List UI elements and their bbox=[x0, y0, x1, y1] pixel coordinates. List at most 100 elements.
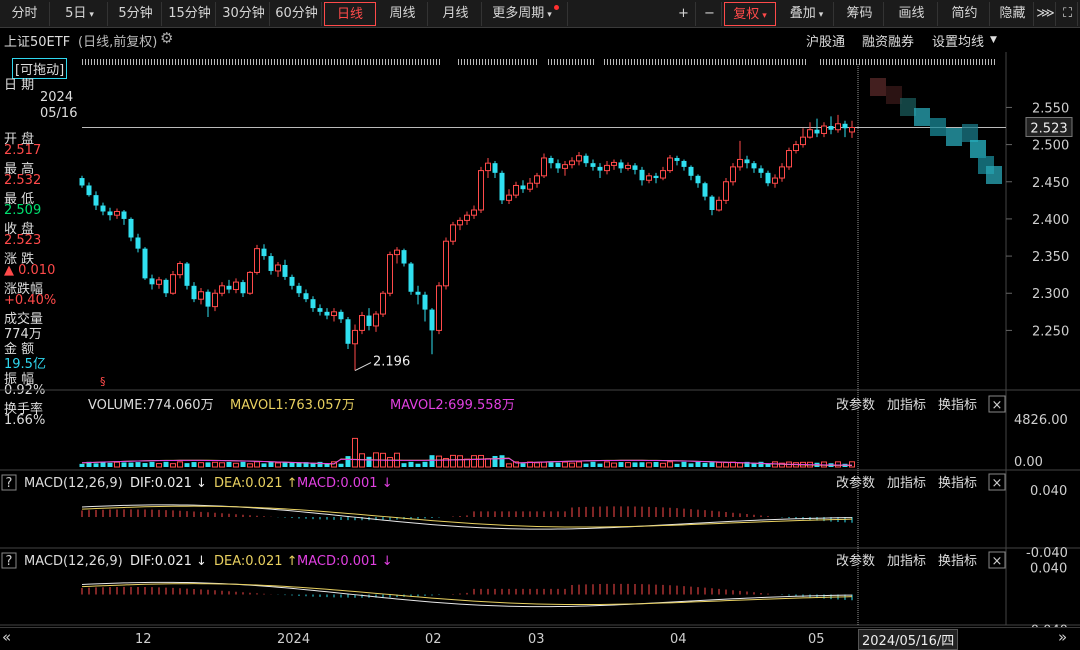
candle bbox=[821, 122, 827, 138]
candle-body bbox=[520, 185, 526, 190]
candle bbox=[548, 155, 554, 169]
scroll-left-icon[interactable]: « bbox=[2, 628, 11, 646]
candle bbox=[842, 120, 848, 138]
candle bbox=[849, 120, 855, 138]
candle bbox=[394, 247, 400, 264]
candle-body bbox=[79, 178, 85, 186]
candle bbox=[177, 261, 183, 279]
volume-bar bbox=[674, 463, 680, 467]
candle bbox=[681, 159, 687, 171]
candle bbox=[695, 174, 701, 188]
candle-body bbox=[254, 248, 260, 273]
candle-body bbox=[674, 157, 680, 161]
candle bbox=[240, 279, 246, 297]
candle bbox=[555, 159, 561, 173]
candle bbox=[520, 180, 526, 193]
candle bbox=[653, 172, 659, 184]
candle-body bbox=[184, 263, 190, 286]
volume-bar bbox=[219, 462, 225, 468]
volume-bar bbox=[702, 462, 708, 467]
volume-bar bbox=[506, 463, 512, 468]
candle bbox=[107, 207, 113, 221]
scroll-right-icon[interactable]: » bbox=[1058, 628, 1067, 646]
candle-body bbox=[737, 158, 743, 168]
volume-bar bbox=[289, 462, 295, 467]
candle bbox=[100, 202, 106, 216]
blurred-candle-block bbox=[886, 86, 902, 104]
candle-body bbox=[632, 165, 638, 170]
blurred-candle-block bbox=[970, 140, 986, 158]
candle-body bbox=[408, 263, 414, 292]
volume-bar bbox=[590, 461, 596, 467]
candle bbox=[513, 181, 519, 199]
signal-mark-icon: § bbox=[100, 375, 106, 388]
candle bbox=[604, 160, 610, 175]
candle-body bbox=[604, 164, 610, 172]
candle-body bbox=[338, 311, 344, 320]
blurred-candle-block bbox=[930, 118, 946, 136]
cursor-date-label: 2024/05/16/四 bbox=[858, 629, 959, 650]
candle bbox=[254, 244, 260, 275]
candle bbox=[184, 262, 190, 290]
volume-bar bbox=[366, 456, 372, 467]
volume-bar bbox=[163, 461, 169, 467]
macd-dif: DIF:0.021 ↓ bbox=[130, 476, 207, 491]
candle-body bbox=[149, 278, 155, 285]
candle bbox=[296, 282, 302, 297]
candle bbox=[835, 114, 841, 133]
candle-body bbox=[422, 294, 428, 310]
volume-bar bbox=[100, 461, 106, 467]
candle-body bbox=[842, 123, 848, 129]
candle bbox=[639, 166, 645, 186]
volume-bar bbox=[149, 461, 155, 467]
candle-body bbox=[695, 175, 701, 184]
kline-chart[interactable]: 2.550 2.523 2.500 2.450 2.400 2.350 2.300 2.250… bbox=[0, 0, 1080, 650]
candle bbox=[709, 195, 715, 216]
macd-axis-top: 0.040 bbox=[1030, 484, 1067, 499]
volume-bar bbox=[268, 461, 274, 467]
close-icon: × bbox=[992, 398, 1003, 413]
volume-bar bbox=[555, 462, 561, 467]
volume-bar bbox=[114, 461, 120, 468]
candle-body bbox=[212, 292, 218, 308]
candle bbox=[408, 262, 414, 295]
volume-bar bbox=[254, 461, 260, 468]
candle-body bbox=[324, 311, 330, 316]
candle-body bbox=[800, 136, 806, 146]
volume-bar bbox=[415, 463, 421, 467]
candle bbox=[751, 160, 757, 173]
candle bbox=[142, 247, 148, 280]
macd-title: MACD(12,26,9) bbox=[24, 554, 123, 569]
volume-bar bbox=[352, 437, 358, 468]
close-icon: × bbox=[992, 554, 1003, 569]
candle-body bbox=[142, 248, 148, 279]
mavol2-label: MAVOL2:699.558万 bbox=[390, 398, 515, 413]
panel-button-0: 改参数 bbox=[836, 475, 875, 491]
volume-bar bbox=[107, 462, 113, 467]
low-marker-arrow bbox=[354, 362, 372, 371]
candle bbox=[170, 270, 176, 295]
volume-bar bbox=[177, 461, 183, 468]
candle-body bbox=[359, 315, 365, 331]
candle-body bbox=[443, 240, 449, 287]
macd-title: MACD(12,26,9) bbox=[24, 476, 123, 491]
volume-bar bbox=[387, 457, 393, 468]
y-tick-label: 2.500 bbox=[1032, 139, 1069, 154]
volume-bar bbox=[709, 462, 715, 467]
candle-body bbox=[485, 162, 491, 172]
candle-body bbox=[555, 163, 561, 169]
candle bbox=[352, 324, 358, 371]
volume-bar bbox=[247, 463, 253, 468]
candle bbox=[457, 217, 463, 231]
candle-body bbox=[527, 182, 533, 190]
candle-body bbox=[268, 256, 274, 271]
candle bbox=[499, 170, 505, 205]
candle-body bbox=[401, 250, 407, 264]
candle bbox=[436, 282, 442, 335]
candle bbox=[422, 291, 428, 322]
volume-bar bbox=[625, 462, 631, 468]
candle-body bbox=[373, 313, 379, 327]
volume-bar bbox=[170, 463, 176, 468]
candle-body bbox=[618, 162, 624, 169]
volume-bar bbox=[226, 461, 232, 467]
